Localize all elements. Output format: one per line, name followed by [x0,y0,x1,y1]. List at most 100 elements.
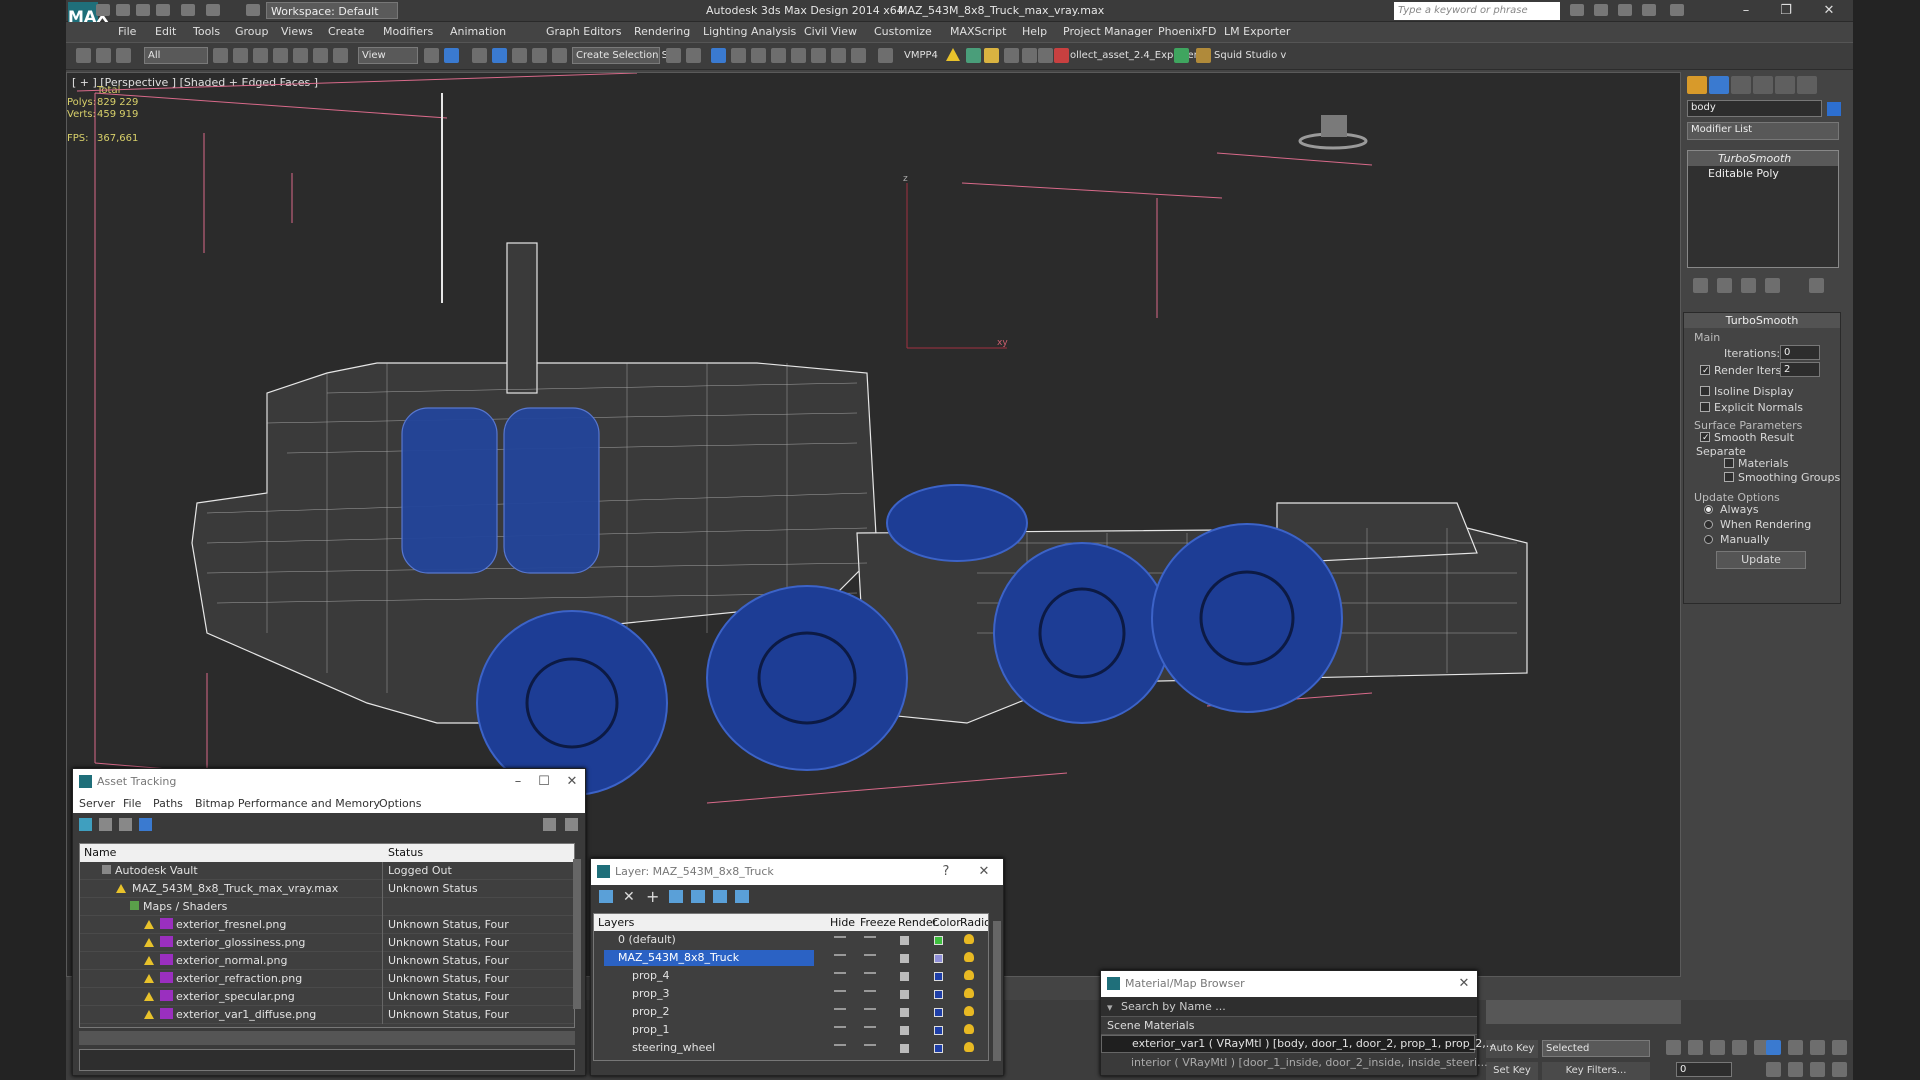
delete-layer-icon[interactable]: ✕ [623,889,635,905]
layer-close-icon[interactable]: ✕ [971,859,997,885]
asset-minimize-icon[interactable]: – [505,769,531,795]
menu-rendering[interactable]: Rendering [634,25,690,38]
asset-row[interactable]: exterior_fresnel.png Unknown Status, Four [80,916,574,934]
zoom-all-icon[interactable] [1788,1040,1803,1055]
search-input[interactable]: Type a keyword or phrase [1394,2,1560,20]
asset-row[interactable]: Autodesk Vault Logged Out [80,862,574,880]
scene-explorer-icon[interactable] [966,48,981,63]
layer-color-swatch[interactable] [934,1044,943,1053]
freeze-toggle[interactable] [864,1044,876,1046]
layer-row-name[interactable]: steering_wheel [618,1040,814,1056]
selection-region-icon[interactable] [253,48,268,63]
layer-row-name[interactable]: MAZ_543M_8x8_Truck [604,950,814,966]
explicit-normals-checkbox[interactable] [1700,402,1710,412]
play-icon[interactable] [1710,1040,1725,1055]
freeze-toggle[interactable] [864,1026,876,1028]
radiosity-icon[interactable] [964,988,974,998]
zoom-icon[interactable] [1766,1040,1781,1055]
stack-item-editable-poly[interactable]: Editable Poly [1688,166,1838,181]
asset-row[interactable]: Maps / Shaders [80,898,574,916]
when-rendering-radio[interactable] [1704,520,1713,529]
hierarchy-tab-icon[interactable] [1731,76,1751,94]
save-icon[interactable] [136,4,150,16]
modify-tab-icon[interactable] [1709,76,1729,94]
asset-scrollbar[interactable] [573,859,581,1009]
smoothing-groups-checkbox[interactable] [1724,472,1734,482]
layer-row[interactable]: prop_2 [594,1003,988,1021]
goto-start-icon[interactable] [1666,1040,1681,1055]
link-icon[interactable] [76,48,91,63]
pan-icon[interactable] [1788,1062,1803,1077]
menu-file[interactable]: File [118,25,136,38]
layer-row-name[interactable]: prop_4 [618,968,814,984]
display-tab-icon[interactable] [1775,76,1795,94]
add-to-layer-icon[interactable]: + [646,887,659,906]
pivot-icon[interactable] [424,48,439,63]
key-filters-button[interactable]: Key Filters... [1542,1062,1650,1080]
material-editor-icon[interactable] [791,48,806,63]
menu-edit[interactable]: Edit [155,25,176,38]
ref-coord-dropdown[interactable]: View [358,47,418,64]
layer-scrollbar[interactable] [993,921,1001,1061]
angle-snap-icon[interactable] [492,48,507,63]
asset-col-name[interactable]: Name [84,846,116,859]
subscription-icon[interactable] [1594,4,1608,16]
minimize-icon[interactable]: – [1726,0,1766,22]
asset-col-status[interactable]: Status [388,846,423,859]
layer-help-button[interactable]: ? [933,859,959,885]
hide-toggle[interactable] [834,1026,846,1028]
asset-row[interactable]: exterior_refraction.png Unknown Status, F… [80,970,574,988]
hide-toggle[interactable] [834,954,846,956]
manually-radio[interactable] [1704,535,1713,544]
next-frame-icon[interactable] [1732,1040,1747,1055]
layer-color-swatch[interactable] [934,1008,943,1017]
menu-lighting-analysis[interactable]: Lighting Analysis [703,25,796,38]
new-layer-icon[interactable] [599,890,613,903]
layer-color-swatch[interactable] [934,1026,943,1035]
layer-color-swatch[interactable] [934,954,943,963]
layer-col-hide[interactable]: Hide [830,916,855,929]
create-tab-icon[interactable] [1687,76,1707,94]
configure-modifier-sets-icon[interactable] [1809,278,1824,293]
layer-row-name[interactable]: 0 (default) [604,932,814,948]
rendered-frame-icon[interactable] [831,48,846,63]
material-browser-titlebar[interactable]: Material/Map Browser ✕ [1101,971,1477,997]
layer-row[interactable]: prop_1 [594,1021,988,1039]
rotate-icon[interactable] [313,48,328,63]
isoline-display-checkbox[interactable] [1700,386,1710,396]
asset-menu-paths[interactable]: Paths [153,797,183,810]
percent-snap-icon[interactable] [512,48,527,63]
scene-materials-section[interactable]: Scene Materials [1101,1017,1477,1035]
smooth-result-checkbox[interactable] [1700,432,1710,442]
radiosity-icon[interactable] [964,934,974,944]
snapshot-icon[interactable] [1004,48,1019,63]
hide-toggle[interactable] [834,936,846,938]
current-frame-field[interactable]: 0 [1676,1062,1732,1077]
menu-help[interactable]: Help [1022,25,1047,38]
freeze-toggle[interactable] [864,936,876,938]
stack-item-turbosmooth[interactable]: TurboSmooth [1688,151,1838,166]
render-teapot-icon[interactable] [900,1008,909,1017]
selection-filter-dropdown[interactable]: All [144,47,208,64]
open-file-icon[interactable] [116,4,130,16]
always-radio[interactable] [1704,505,1713,514]
menu-civil-view[interactable]: Civil View [804,25,857,38]
layer-col-layers[interactable]: Layers [598,916,634,929]
asset-menu-file[interactable]: File [123,797,141,810]
menu-animation[interactable]: Animation [450,25,506,38]
layer-color-swatch[interactable] [934,936,943,945]
graphite-toolbar-icon[interactable] [731,48,746,63]
layer-row-name[interactable]: prop_2 [618,1004,814,1020]
close-icon[interactable]: ✕ [1809,0,1849,22]
project-folder-icon[interactable] [246,4,260,16]
freeze-toggle[interactable] [864,954,876,956]
layer-col-radiosity[interactable]: Radiosity [960,916,988,929]
turbosmooth-rollout-title[interactable]: TurboSmooth [1684,313,1840,328]
iterations-spinner[interactable]: 0 [1780,345,1820,360]
asset-row[interactable]: exterior_glossiness.png Unknown Status, F… [80,934,574,952]
new-file-icon[interactable] [96,4,110,16]
redo-icon[interactable] [181,4,195,16]
asset-refresh-icon[interactable] [79,818,92,831]
highlight-layer-icon[interactable] [691,890,705,903]
layer-color-swatch[interactable] [934,990,943,999]
